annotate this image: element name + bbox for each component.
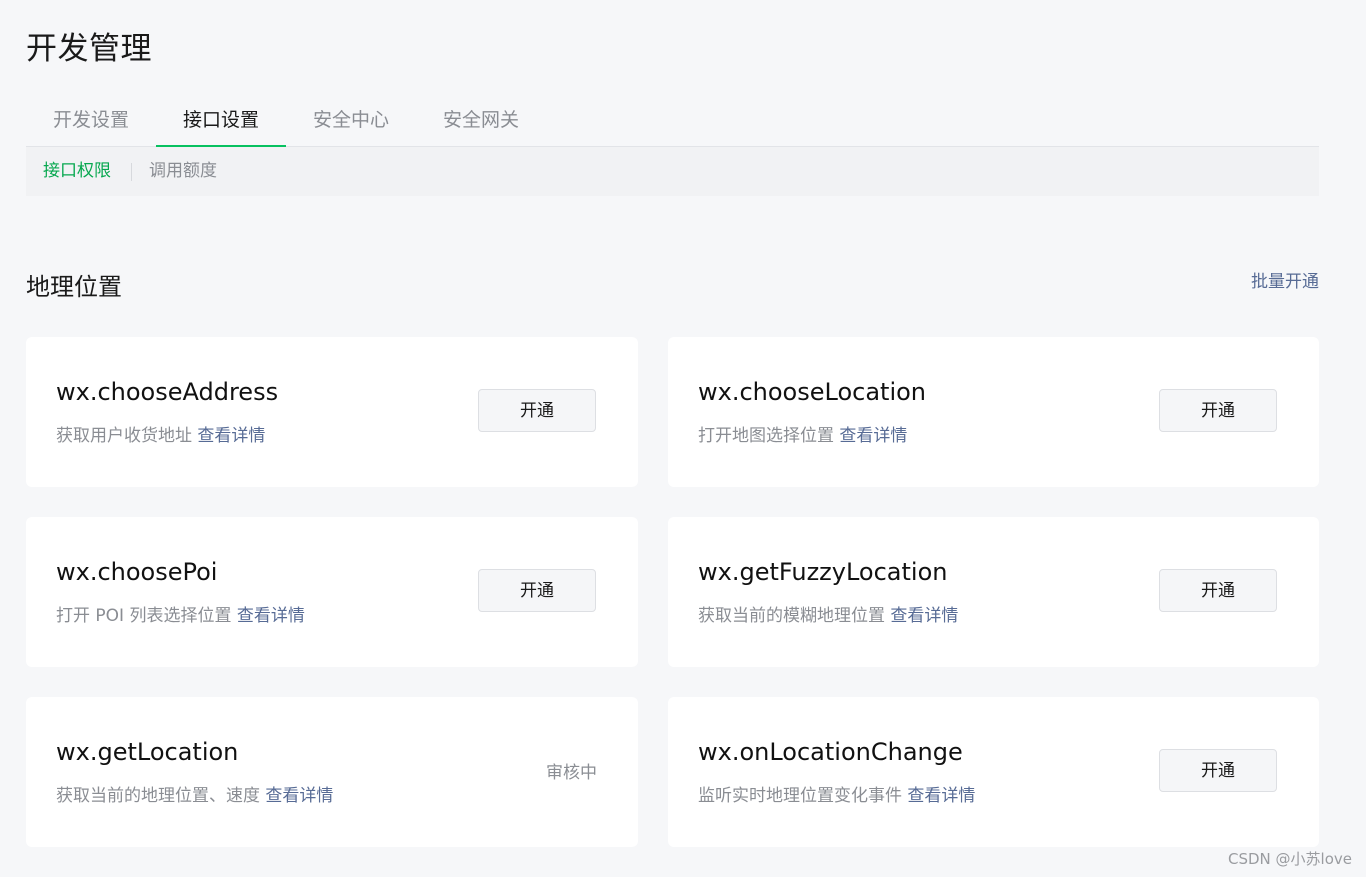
enable-button[interactable]: 开通 [1159, 389, 1277, 432]
api-card-get-location: wx.getLocation 获取当前的地理位置、速度 查看详情 审核中 [26, 697, 638, 847]
tab-dev-settings[interactable]: 开发设置 [26, 96, 156, 146]
api-description: 打开地图选择位置 查看详情 [698, 424, 907, 448]
page-title: 开发管理 [26, 31, 152, 67]
api-name: wx.choosePoi [56, 558, 218, 586]
enable-button[interactable]: 开通 [478, 389, 596, 432]
api-card-choose-location: wx.chooseLocation 打开地图选择位置 查看详情 开通 [668, 337, 1319, 487]
api-card-on-location-change: wx.onLocationChange 监听实时地理位置变化事件 查看详情 开通 [668, 697, 1319, 847]
tab-api-settings[interactable]: 接口设置 [156, 96, 286, 147]
api-name: wx.getFuzzyLocation [698, 558, 948, 586]
view-details-link[interactable]: 查看详情 [890, 606, 958, 626]
api-description-text: 获取当前的模糊地理位置 [698, 606, 885, 626]
subnav-api-permissions[interactable]: 接口权限 [43, 147, 111, 196]
subnav-call-quota[interactable]: 调用额度 [149, 147, 217, 196]
api-description: 监听实时地理位置变化事件 查看详情 [698, 784, 975, 808]
api-description-text: 打开 POI 列表选择位置 [56, 606, 232, 626]
tab-security-gateway[interactable]: 安全网关 [416, 96, 546, 146]
enable-button[interactable]: 开通 [1159, 569, 1277, 612]
subnav-divider [131, 163, 132, 181]
enable-button[interactable]: 开通 [1159, 749, 1277, 792]
view-details-link[interactable]: 查看详情 [265, 786, 333, 806]
api-description-text: 监听实时地理位置变化事件 [698, 786, 902, 806]
api-description-text: 打开地图选择位置 [698, 426, 834, 446]
status-under-review: 审核中 [546, 763, 597, 783]
watermark: CSDN @小苏love [1228, 850, 1352, 868]
sub-navigation: 接口权限 调用额度 [26, 147, 1319, 196]
api-description-text: 获取用户收货地址 [56, 426, 192, 446]
api-description: 获取当前的模糊地理位置 查看详情 [698, 604, 958, 628]
api-name: wx.chooseAddress [56, 378, 279, 406]
enable-button[interactable]: 开通 [478, 569, 596, 612]
tab-security-center[interactable]: 安全中心 [286, 96, 416, 146]
api-card-get-fuzzy-location: wx.getFuzzyLocation 获取当前的模糊地理位置 查看详情 开通 [668, 517, 1319, 667]
api-description-text: 获取当前的地理位置、速度 [56, 786, 260, 806]
main-tabs: 开发设置 接口设置 安全中心 安全网关 [26, 96, 1319, 147]
api-name: wx.chooseLocation [698, 378, 927, 406]
api-card-choose-address: wx.chooseAddress 获取用户收货地址 查看详情 开通 [26, 337, 638, 487]
view-details-link[interactable]: 查看详情 [197, 426, 265, 446]
view-details-link[interactable]: 查看详情 [237, 606, 305, 626]
view-details-link[interactable]: 查看详情 [839, 426, 907, 446]
api-name: wx.getLocation [56, 738, 239, 766]
api-description: 获取当前的地理位置、速度 查看详情 [56, 784, 333, 808]
batch-enable-link[interactable]: 批量开通 [1251, 270, 1319, 294]
api-description: 打开 POI 列表选择位置 查看详情 [56, 604, 305, 628]
view-details-link[interactable]: 查看详情 [907, 786, 975, 806]
section-title: 地理位置 [26, 273, 122, 301]
api-card-choose-poi: wx.choosePoi 打开 POI 列表选择位置 查看详情 开通 [26, 517, 638, 667]
api-description: 获取用户收货地址 查看详情 [56, 424, 265, 448]
api-name: wx.onLocationChange [698, 738, 963, 766]
